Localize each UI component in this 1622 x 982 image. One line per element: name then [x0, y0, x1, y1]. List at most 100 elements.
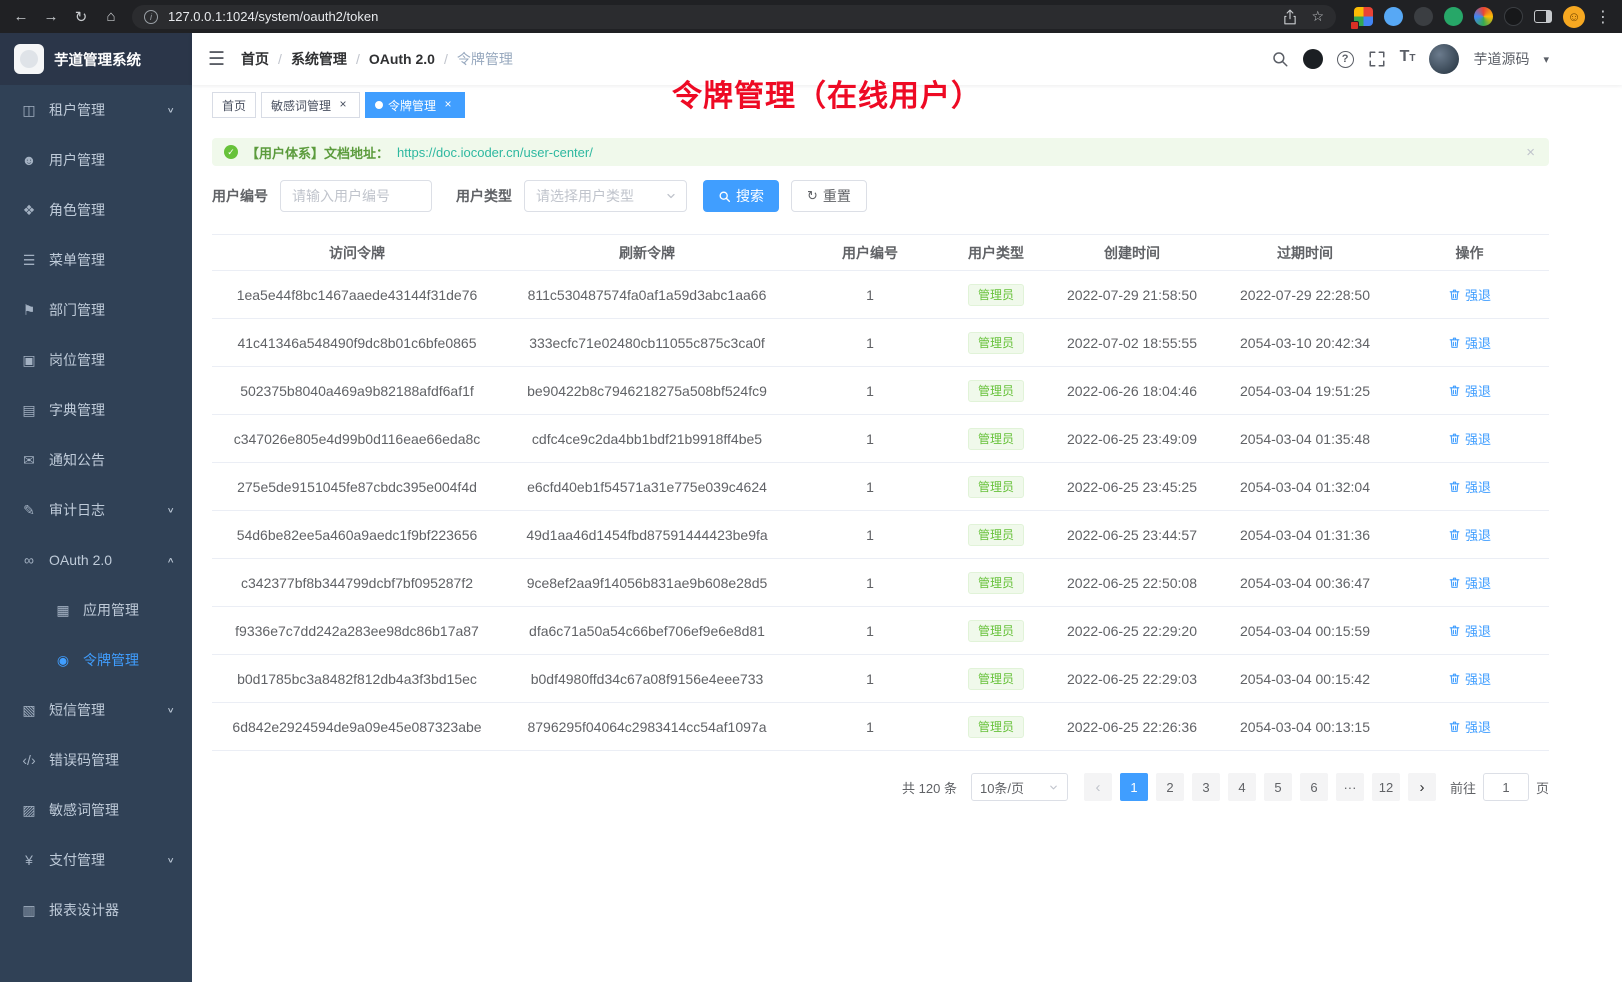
font-size-icon[interactable]: TT [1400, 48, 1416, 70]
reload-icon[interactable]: ↻ [68, 4, 94, 30]
home-icon[interactable]: ⌂ [98, 4, 124, 30]
force-logout-button[interactable]: 强退 [1448, 333, 1491, 352]
page-button-6[interactable]: 6 [1300, 773, 1328, 801]
force-logout-label: 强退 [1465, 285, 1491, 304]
action-cell: 强退 [1390, 559, 1549, 607]
help-icon[interactable]: ? [1337, 48, 1354, 70]
extension-icon[interactable] [1414, 7, 1433, 26]
force-logout-label: 强退 [1465, 429, 1491, 448]
page-button-2[interactable]: 2 [1156, 773, 1184, 801]
user-type-badge: 管理员 [968, 716, 1024, 738]
browser-nav-buttons: ← → ↻ ⌂ [8, 4, 124, 30]
extension-icon[interactable] [1504, 7, 1523, 26]
page-button-5[interactable]: 5 [1264, 773, 1292, 801]
sidebar-item-errcode[interactable]: ‹/›错误码管理 [0, 735, 192, 785]
prev-page-button[interactable]: ‹ [1084, 773, 1112, 801]
url-bar[interactable]: i 127.0.0.1:1024/system/oauth2/token ☆ [132, 5, 1336, 29]
app-logo[interactable]: 芋道管理系统 [0, 33, 192, 85]
github-icon[interactable] [1303, 48, 1323, 70]
hamburger-icon[interactable]: ☰ [208, 48, 225, 71]
force-logout-button[interactable]: 强退 [1448, 381, 1491, 400]
more-pages-button[interactable]: ··· [1336, 773, 1364, 801]
bookmark-star-icon[interactable]: ☆ [1311, 8, 1324, 25]
current-user-name[interactable]: 芋道源码 [1473, 49, 1529, 69]
sidebar-item-oauth[interactable]: ∞OAuth 2.0∧ [0, 535, 192, 585]
tab-item[interactable]: 敏感词管理× [261, 92, 360, 118]
user-menu-caret-icon[interactable]: ▾ [1543, 53, 1549, 66]
alert-close-icon[interactable]: × [1526, 144, 1535, 161]
extension-icon[interactable] [1444, 7, 1463, 26]
user-type-select[interactable]: 请选择用户类型 [524, 180, 687, 212]
next-page-button[interactable]: › [1408, 773, 1436, 801]
sidebar-item-token[interactable]: ◉令牌管理 [0, 635, 192, 685]
sidebar-item-tenant[interactable]: ◫租户管理∨ [0, 85, 192, 135]
action-cell: 强退 [1390, 367, 1549, 415]
page-button-3[interactable]: 3 [1192, 773, 1220, 801]
extension-icon[interactable] [1474, 7, 1493, 26]
tab-label: 首页 [222, 97, 246, 114]
user-type-badge: 管理员 [968, 668, 1024, 690]
page-button-1[interactable]: 1 [1120, 773, 1148, 801]
sidebar-item-sms[interactable]: ▧短信管理∨ [0, 685, 192, 735]
search-icon[interactable] [1271, 48, 1289, 70]
force-logout-button[interactable]: 强退 [1448, 477, 1491, 496]
user-type-badge: 管理员 [968, 428, 1024, 450]
sidebar-item-label: 支付管理 [49, 850, 105, 870]
force-logout-button[interactable]: 强退 [1448, 285, 1491, 304]
tab-item[interactable]: 首页 [212, 92, 256, 118]
sidebar-item-notice[interactable]: ✉通知公告 [0, 435, 192, 485]
sidebar-item-label: 敏感词管理 [49, 800, 119, 820]
user-avatar[interactable] [1429, 44, 1459, 74]
sidebar-item-sensitive[interactable]: ▨敏感词管理 [0, 785, 192, 835]
tab-close-icon[interactable]: × [336, 98, 350, 112]
goto-page-input[interactable] [1483, 773, 1529, 801]
sidebar-item-post[interactable]: ▣岗位管理 [0, 335, 192, 385]
sidebar-item-role[interactable]: ❖角色管理 [0, 185, 192, 235]
sidebar-item-dept[interactable]: ⚑部门管理 [0, 285, 192, 335]
reset-button[interactable]: ↻ 重置 [791, 180, 867, 212]
sidebar-item-menu[interactable]: ☰菜单管理 [0, 235, 192, 285]
refresh-token-cell: 49d1aa46d1454fbd87591444423be9fa [502, 511, 792, 559]
sidebar-item-dict[interactable]: ▤字典管理 [0, 385, 192, 435]
force-logout-button[interactable]: 强退 [1448, 573, 1491, 592]
user-type-badge: 管理员 [968, 524, 1024, 546]
extension-icon[interactable] [1384, 7, 1403, 26]
action-cell: 强退 [1390, 319, 1549, 367]
side-panel-icon[interactable] [1534, 10, 1552, 23]
breadcrumb-item[interactable]: OAuth 2.0 [369, 51, 435, 67]
force-logout-button[interactable]: 强退 [1448, 429, 1491, 448]
token-icon: ◉ [52, 652, 74, 669]
share-icon[interactable] [1283, 9, 1297, 25]
extension-icon[interactable] [1354, 7, 1373, 26]
breadcrumb-item[interactable]: 系统管理 [291, 49, 347, 69]
tab-close-icon[interactable]: × [441, 98, 455, 112]
sidebar-item-label: 短信管理 [49, 700, 105, 720]
force-logout-button[interactable]: 强退 [1448, 669, 1491, 688]
browser-menu-icon[interactable]: ⋮ [1596, 4, 1610, 30]
sidebar-item-audit[interactable]: ✎审计日志∨ [0, 485, 192, 535]
user-id-input[interactable] [280, 180, 432, 212]
back-icon[interactable]: ← [8, 4, 34, 30]
page-button-4[interactable]: 4 [1228, 773, 1256, 801]
fullscreen-icon[interactable] [1368, 48, 1386, 70]
sidebar-item-user[interactable]: ☻用户管理 [0, 135, 192, 185]
force-logout-button[interactable]: 强退 [1448, 717, 1491, 736]
browser-profile-avatar[interactable]: ☺ [1563, 6, 1585, 28]
sidebar-item-label: 租户管理 [49, 100, 105, 120]
tab-item[interactable]: 令牌管理× [365, 92, 465, 118]
table-row: c347026e805e4d99b0d116eae66eda8ccdfc4ce9… [212, 415, 1549, 463]
page-size-select[interactable]: 10条/页 [971, 773, 1068, 801]
site-info-icon[interactable]: i [144, 10, 158, 24]
sidebar-item-payment[interactable]: ¥支付管理∨ [0, 835, 192, 885]
forward-icon[interactable]: → [38, 4, 64, 30]
breadcrumb-item[interactable]: 首页 [241, 49, 269, 69]
page-button-12[interactable]: 12 [1372, 773, 1400, 801]
force-logout-button[interactable]: 强退 [1448, 621, 1491, 640]
table-body: 1ea5e44f8bc1467aaede43144f31de76811c5304… [212, 271, 1549, 751]
delete-icon [1448, 288, 1461, 301]
doc-link[interactable]: https://doc.iocoder.cn/user-center/ [397, 145, 593, 160]
search-button[interactable]: 搜索 [703, 180, 779, 212]
sidebar-item-app[interactable]: ▦应用管理 [0, 585, 192, 635]
force-logout-button[interactable]: 强退 [1448, 525, 1491, 544]
sidebar-item-report[interactable]: ▥报表设计器 [0, 885, 192, 935]
